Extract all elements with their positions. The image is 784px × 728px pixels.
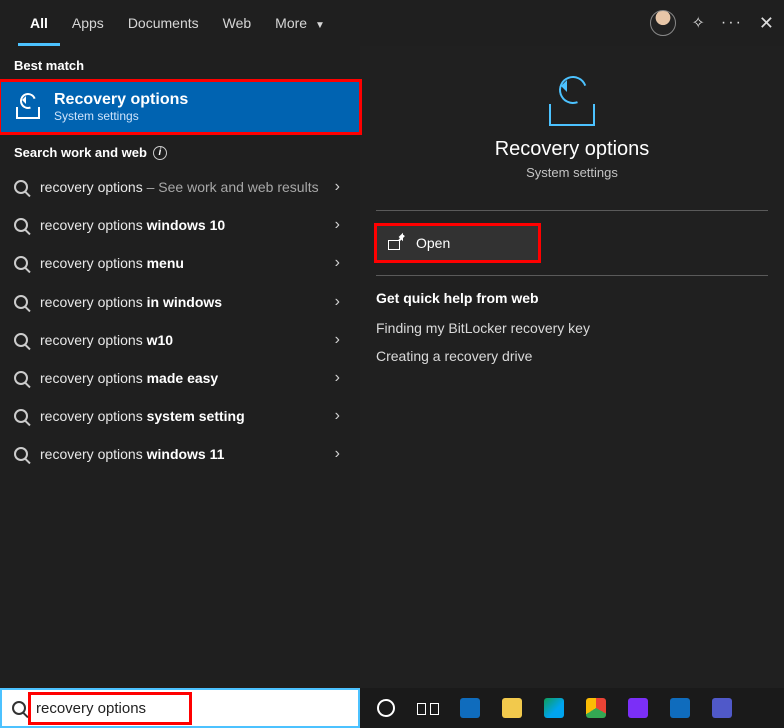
- suggestion-text: recovery options system setting: [40, 407, 323, 425]
- open-button[interactable]: Open: [376, 225, 539, 261]
- best-match-result[interactable]: Recovery options System settings: [0, 81, 360, 133]
- suggestion-text: recovery options – See work and web resu…: [40, 178, 323, 196]
- suggestion-text: recovery options windows 11: [40, 445, 323, 463]
- web-suggestion[interactable]: recovery options w10 ›: [0, 321, 360, 359]
- chrome-icon[interactable]: [578, 691, 614, 725]
- tab-more-label: More: [275, 15, 307, 31]
- tab-web[interactable]: Web: [211, 0, 264, 46]
- search-icon: [12, 701, 26, 715]
- feedback-icon[interactable]: ✧: [692, 13, 705, 33]
- suggestion-text: recovery options made easy: [40, 369, 323, 387]
- search-icon: [14, 256, 28, 270]
- web-suggestion[interactable]: recovery options menu ›: [0, 244, 360, 282]
- search-icon: [14, 447, 28, 461]
- suggestion-text: recovery options in windows: [40, 293, 323, 311]
- recovery-icon: [14, 95, 42, 119]
- web-suggestion[interactable]: recovery options system setting ›: [0, 397, 360, 435]
- best-match-header: Best match: [0, 46, 360, 81]
- open-label: Open: [416, 235, 450, 251]
- cortana-icon[interactable]: [368, 691, 404, 725]
- chevron-right-icon[interactable]: ›: [335, 369, 346, 387]
- task-view-icon[interactable]: [410, 691, 446, 725]
- best-match-title: Recovery options: [54, 91, 188, 109]
- tab-documents[interactable]: Documents: [116, 0, 211, 46]
- chevron-right-icon[interactable]: ›: [335, 407, 346, 425]
- chevron-down-icon: ▼: [315, 20, 325, 31]
- preview-title: Recovery options: [376, 138, 768, 161]
- tab-apps[interactable]: Apps: [60, 0, 116, 46]
- chevron-right-icon[interactable]: ›: [335, 293, 346, 311]
- more-options-icon[interactable]: ···: [721, 14, 743, 32]
- help-link-bitlocker[interactable]: Finding my BitLocker recovery key: [376, 320, 768, 336]
- search-icon: [14, 218, 28, 232]
- results-pane: Best match Recovery options System setti…: [0, 46, 360, 688]
- suggestion-text: recovery options windows 10: [40, 216, 323, 234]
- close-icon[interactable]: ✕: [759, 13, 774, 34]
- search-filter-tabs: All Apps Documents Web More ▼ ✧ ··· ✕: [0, 0, 784, 46]
- search-web-header: Search work and web i: [0, 133, 360, 168]
- help-link-recovery-drive[interactable]: Creating a recovery drive: [376, 348, 768, 364]
- outlook-icon[interactable]: [662, 691, 698, 725]
- teams-icon[interactable]: [704, 691, 740, 725]
- info-icon[interactable]: i: [153, 146, 167, 160]
- chevron-right-icon[interactable]: ›: [335, 216, 346, 234]
- paint-icon[interactable]: [620, 691, 656, 725]
- edge-icon[interactable]: [536, 691, 572, 725]
- search-input[interactable]: [36, 700, 348, 717]
- web-suggestion[interactable]: recovery options in windows ›: [0, 283, 360, 321]
- tab-all[interactable]: All: [18, 0, 60, 46]
- recovery-icon: [543, 76, 601, 126]
- mail-icon[interactable]: [452, 691, 488, 725]
- web-suggestion[interactable]: recovery options windows 11 ›: [0, 435, 360, 473]
- help-header: Get quick help from web: [376, 290, 768, 306]
- chevron-right-icon[interactable]: ›: [335, 178, 346, 196]
- suggestion-text: recovery options w10: [40, 331, 323, 349]
- tab-more[interactable]: More ▼: [263, 0, 337, 46]
- search-web-header-label: Search work and web: [14, 145, 147, 160]
- open-icon: [388, 236, 404, 250]
- preview-pane: Recovery options System settings Open Ge…: [360, 46, 784, 688]
- divider: [376, 210, 768, 211]
- web-suggestion[interactable]: recovery options made easy ›: [0, 359, 360, 397]
- divider: [376, 275, 768, 276]
- search-icon: [14, 295, 28, 309]
- best-match-subtitle: System settings: [54, 109, 188, 123]
- search-icon: [14, 180, 28, 194]
- web-suggestion[interactable]: recovery options – See work and web resu…: [0, 168, 360, 206]
- chevron-right-icon[interactable]: ›: [335, 331, 346, 349]
- chevron-right-icon[interactable]: ›: [335, 254, 346, 272]
- search-icon: [14, 409, 28, 423]
- user-avatar[interactable]: [650, 10, 676, 36]
- web-suggestion[interactable]: recovery options windows 10 ›: [0, 206, 360, 244]
- suggestion-text: recovery options menu: [40, 254, 323, 272]
- search-icon: [14, 371, 28, 385]
- search-box[interactable]: [0, 688, 360, 728]
- chevron-right-icon[interactable]: ›: [335, 445, 346, 463]
- file-explorer-icon[interactable]: [494, 691, 530, 725]
- search-icon: [14, 333, 28, 347]
- preview-subtitle: System settings: [376, 165, 768, 180]
- taskbar: [360, 688, 784, 728]
